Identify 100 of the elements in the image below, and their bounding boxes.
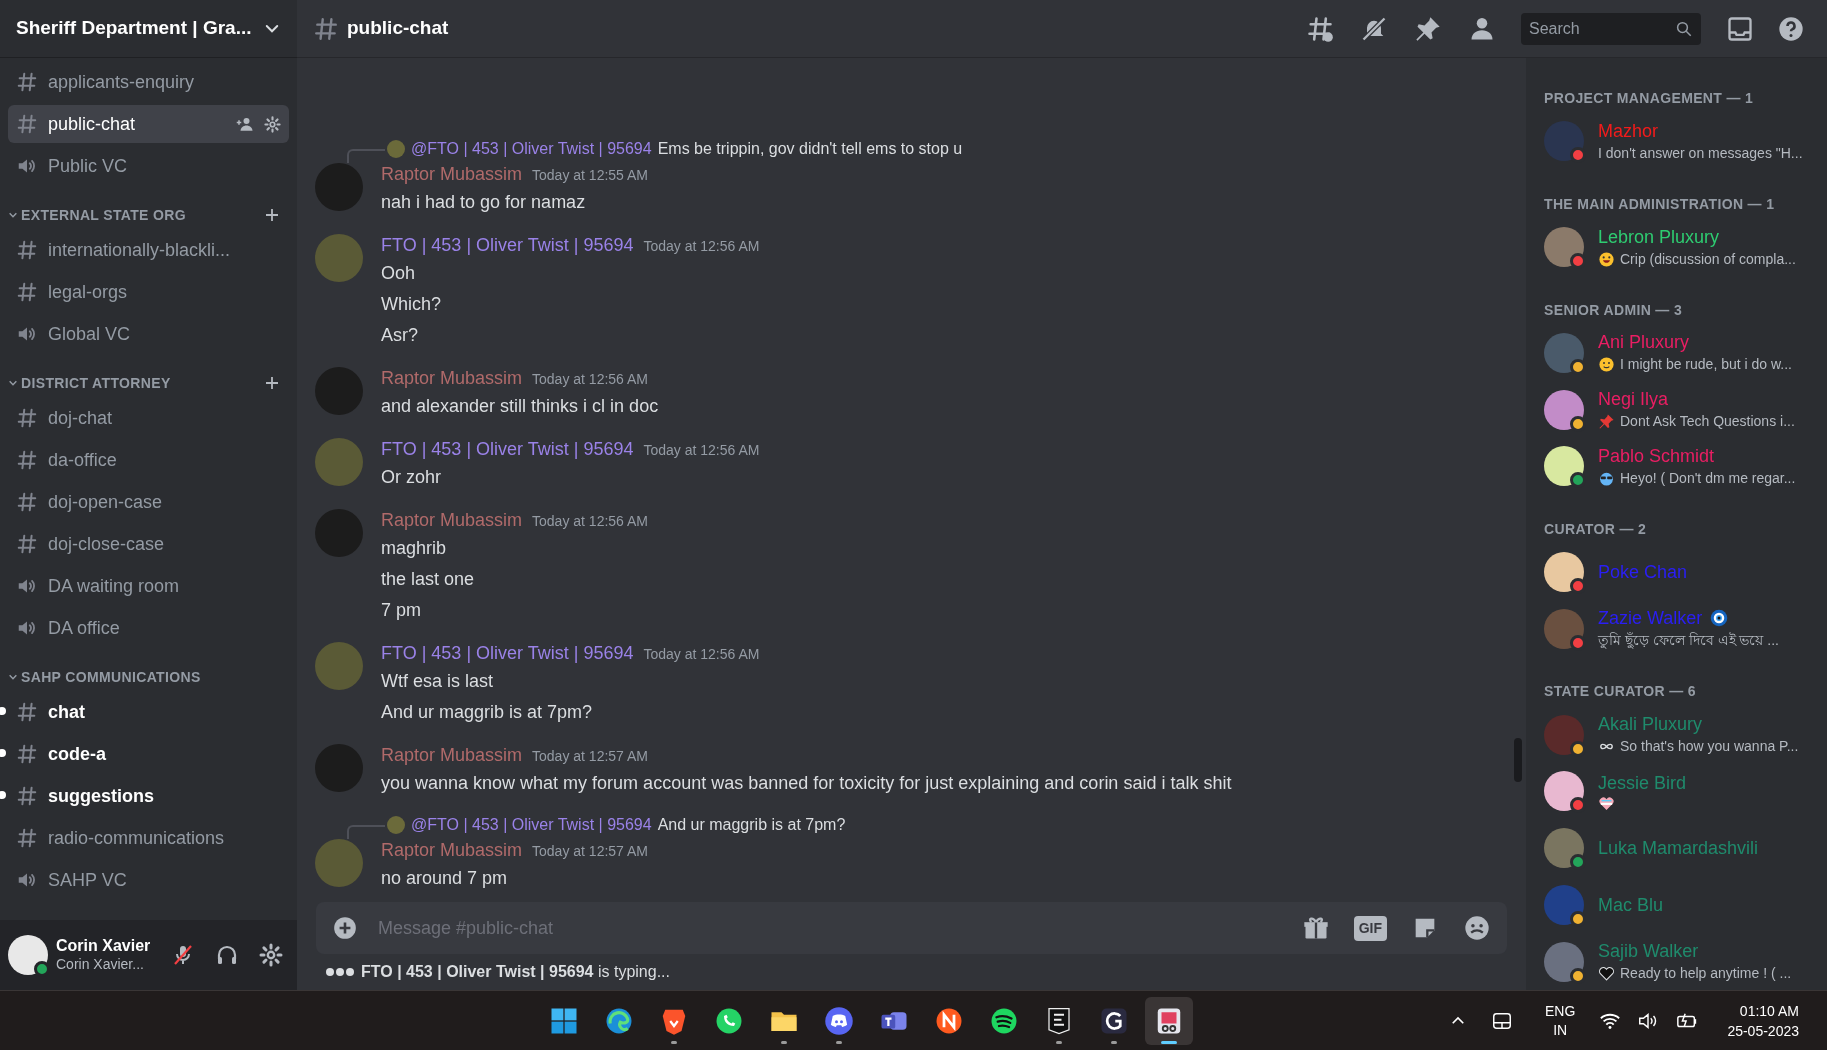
category-label[interactable]: DISTRICT ATTORNEY bbox=[21, 372, 171, 394]
pin-icon[interactable] bbox=[1414, 14, 1442, 43]
smiley-icon bbox=[1598, 356, 1615, 374]
running-indicator bbox=[1111, 1041, 1117, 1044]
add-circle-icon[interactable] bbox=[332, 915, 358, 941]
channel-item[interactable]: radio-communications bbox=[8, 819, 289, 857]
search-box[interactable]: Search bbox=[1521, 12, 1701, 45]
reply-preview[interactable]: Ems be trippin, gov didn't tell ems to stop u bbox=[657, 137, 963, 161]
channel-item[interactable]: DA office bbox=[8, 609, 289, 647]
clock-time[interactable]: 01:10 AM bbox=[1739, 1000, 1799, 1021]
author-name[interactable]: Raptor Mubassim bbox=[381, 837, 523, 864]
timestamp: Today at 12:55 AM bbox=[532, 166, 648, 185]
gift-icon[interactable] bbox=[1301, 914, 1330, 942]
wave-circle-icon bbox=[604, 1006, 634, 1036]
author-name[interactable]: Raptor Mubassim bbox=[381, 507, 523, 534]
author-name[interactable]: FTO | 453 | Oliver Twist | 95694 bbox=[381, 232, 634, 259]
channel-item[interactable]: code-a bbox=[8, 735, 289, 773]
channel-item[interactable]: Global VC bbox=[8, 315, 289, 353]
category-label[interactable]: SAHP COMMUNICATIONS bbox=[21, 666, 201, 688]
settings-icon[interactable] bbox=[259, 943, 283, 967]
member-item[interactable]: Mac Blu bbox=[1536, 876, 1827, 934]
username: Corin Xavier bbox=[56, 936, 152, 957]
author-name[interactable]: Raptor Mubassim bbox=[381, 365, 523, 392]
channel-item[interactable]: chat bbox=[8, 693, 289, 731]
channel-item[interactable]: internationally-blackli... bbox=[8, 231, 289, 269]
member-item[interactable]: Sajib Walker Ready to help anytime ! ( ... bbox=[1536, 933, 1827, 990]
message-field[interactable]: Message #public-chat bbox=[378, 902, 1284, 954]
channel-item[interactable]: applicants-enquiry bbox=[8, 63, 289, 101]
message-text: Asr? bbox=[381, 324, 419, 347]
channel-item[interactable]: doj-close-case bbox=[8, 525, 289, 563]
timestamp: Today at 12:57 AM bbox=[532, 842, 648, 861]
channel-item[interactable]: legal-orgs bbox=[8, 273, 289, 311]
member-item[interactable]: Zazie Walker তুমি ছুঁড়ে ফেলে দিবে এই ভয়ে ... bbox=[1536, 600, 1827, 658]
inbox-icon[interactable] bbox=[1726, 14, 1754, 43]
message-text: Or zohr bbox=[381, 466, 442, 489]
author-name[interactable]: Raptor Mubassim bbox=[381, 742, 523, 769]
member-item[interactable]: Jessie Bird bbox=[1536, 763, 1827, 820]
muted-bell-icon[interactable] bbox=[1360, 14, 1388, 43]
member-group-heading: PROJECT MANAGEMENT — 1 bbox=[1543, 89, 1755, 108]
category-label[interactable]: EXTERNAL STATE ORG bbox=[21, 204, 186, 226]
heart-icon bbox=[1598, 965, 1615, 983]
member-item[interactable]: Negi Ilya Dont Ask Tech Questions i... bbox=[1536, 381, 1827, 438]
search-field[interactable]: Search bbox=[1529, 12, 1675, 45]
author-name[interactable]: FTO | 453 | Oliver Twist | 95694 bbox=[381, 436, 634, 463]
message-composer[interactable]: Message #public-chat GIF bbox=[316, 902, 1507, 954]
scrollbar-thumb[interactable] bbox=[1514, 738, 1522, 782]
n-circle-icon bbox=[934, 1006, 964, 1036]
member-activity: তুমি ছুঁড়ে ফেলে দিবে এই ভয়ে ... bbox=[1598, 631, 1779, 651]
member-group-heading: CURATOR — 2 bbox=[1543, 519, 1648, 539]
channel-item[interactable]: doj-chat bbox=[8, 399, 289, 437]
member-item[interactable]: Akali Pluxury So that's how you wanna P... bbox=[1536, 706, 1827, 763]
member-item[interactable]: Lebron Pluxury Crip (discussion of compla... bbox=[1536, 218, 1827, 276]
threads-icon[interactable] bbox=[1306, 14, 1334, 43]
message-text: and alexander still thinks i cl in doc bbox=[381, 395, 659, 418]
member-name: Akali Pluxury bbox=[1598, 713, 1703, 737]
gif-button[interactable]: GIF bbox=[1353, 915, 1387, 941]
help-icon[interactable] bbox=[1777, 14, 1805, 43]
member-name: Zazie Walker bbox=[1598, 607, 1703, 631]
emoji-icon[interactable] bbox=[1463, 914, 1491, 942]
member-item[interactable]: Luka Mamardashvili bbox=[1536, 819, 1827, 877]
timestamp: Today at 12:56 AM bbox=[532, 370, 648, 389]
channel-item[interactable]: SAHP VC bbox=[8, 861, 289, 899]
channel-item[interactable]: Public VC bbox=[8, 147, 289, 185]
plus-icon[interactable] bbox=[263, 374, 281, 392]
hash-icon bbox=[16, 785, 38, 807]
sound-waves-circle-icon bbox=[989, 1006, 1019, 1036]
avatar-photo bbox=[387, 816, 405, 834]
taskbar-app-button[interactable] bbox=[1145, 997, 1193, 1045]
running-indicator bbox=[671, 1041, 677, 1044]
channel-item[interactable]: public-chat bbox=[8, 105, 289, 143]
channel-item[interactable]: da-office bbox=[8, 441, 289, 479]
chevron-down-icon[interactable] bbox=[8, 672, 18, 682]
chevron-down-icon[interactable] bbox=[8, 378, 18, 388]
member-item[interactable]: Pablo Schmidt Heyo! ( Don't dm me regar... bbox=[1536, 438, 1827, 495]
channel-item[interactable]: DA waiting room bbox=[8, 567, 289, 605]
plus-icon[interactable] bbox=[263, 206, 281, 224]
language-indicator[interactable]: ENG bbox=[1545, 1001, 1576, 1021]
avatar-photo bbox=[315, 839, 363, 887]
region-indicator[interactable]: IN bbox=[1553, 1020, 1568, 1040]
user-status-text: Corin Xavier... bbox=[56, 956, 145, 974]
member-activity: I might be rude, but i do w... bbox=[1620, 355, 1792, 375]
striped-heart-icon bbox=[1598, 794, 1615, 812]
avatar-photo bbox=[387, 140, 405, 158]
settings-icon[interactable] bbox=[264, 115, 281, 133]
reply-preview[interactable]: And ur maggrib is at 7pm? bbox=[657, 813, 846, 837]
member-name: Negi Ilya bbox=[1598, 388, 1669, 412]
channel-item[interactable]: suggestions bbox=[8, 777, 289, 815]
member-item[interactable]: Mazhor I don't answer on messages "H... bbox=[1536, 113, 1827, 170]
chevron-down-icon[interactable] bbox=[8, 210, 18, 220]
clock-date[interactable]: 25-05-2023 bbox=[1727, 1020, 1799, 1041]
muted-microphone-icon[interactable] bbox=[171, 943, 195, 967]
member-item[interactable]: Ani Pluxury I might be rude, but i do w... bbox=[1536, 324, 1827, 382]
add-member-icon[interactable] bbox=[236, 115, 254, 133]
headphones-icon[interactable] bbox=[215, 943, 239, 967]
author-name[interactable]: FTO | 453 | Oliver Twist | 95694 bbox=[381, 640, 634, 667]
reply-mention[interactable]: @FTO | 453 | Oliver Twist | 95694 bbox=[411, 813, 652, 837]
timestamp: Today at 12:57 AM bbox=[532, 747, 648, 766]
author-name[interactable]: Raptor Mubassim bbox=[381, 161, 523, 188]
channel-item[interactable]: doj-open-case bbox=[8, 483, 289, 521]
reply-mention[interactable]: @FTO | 453 | Oliver Twist | 95694 bbox=[411, 137, 652, 161]
